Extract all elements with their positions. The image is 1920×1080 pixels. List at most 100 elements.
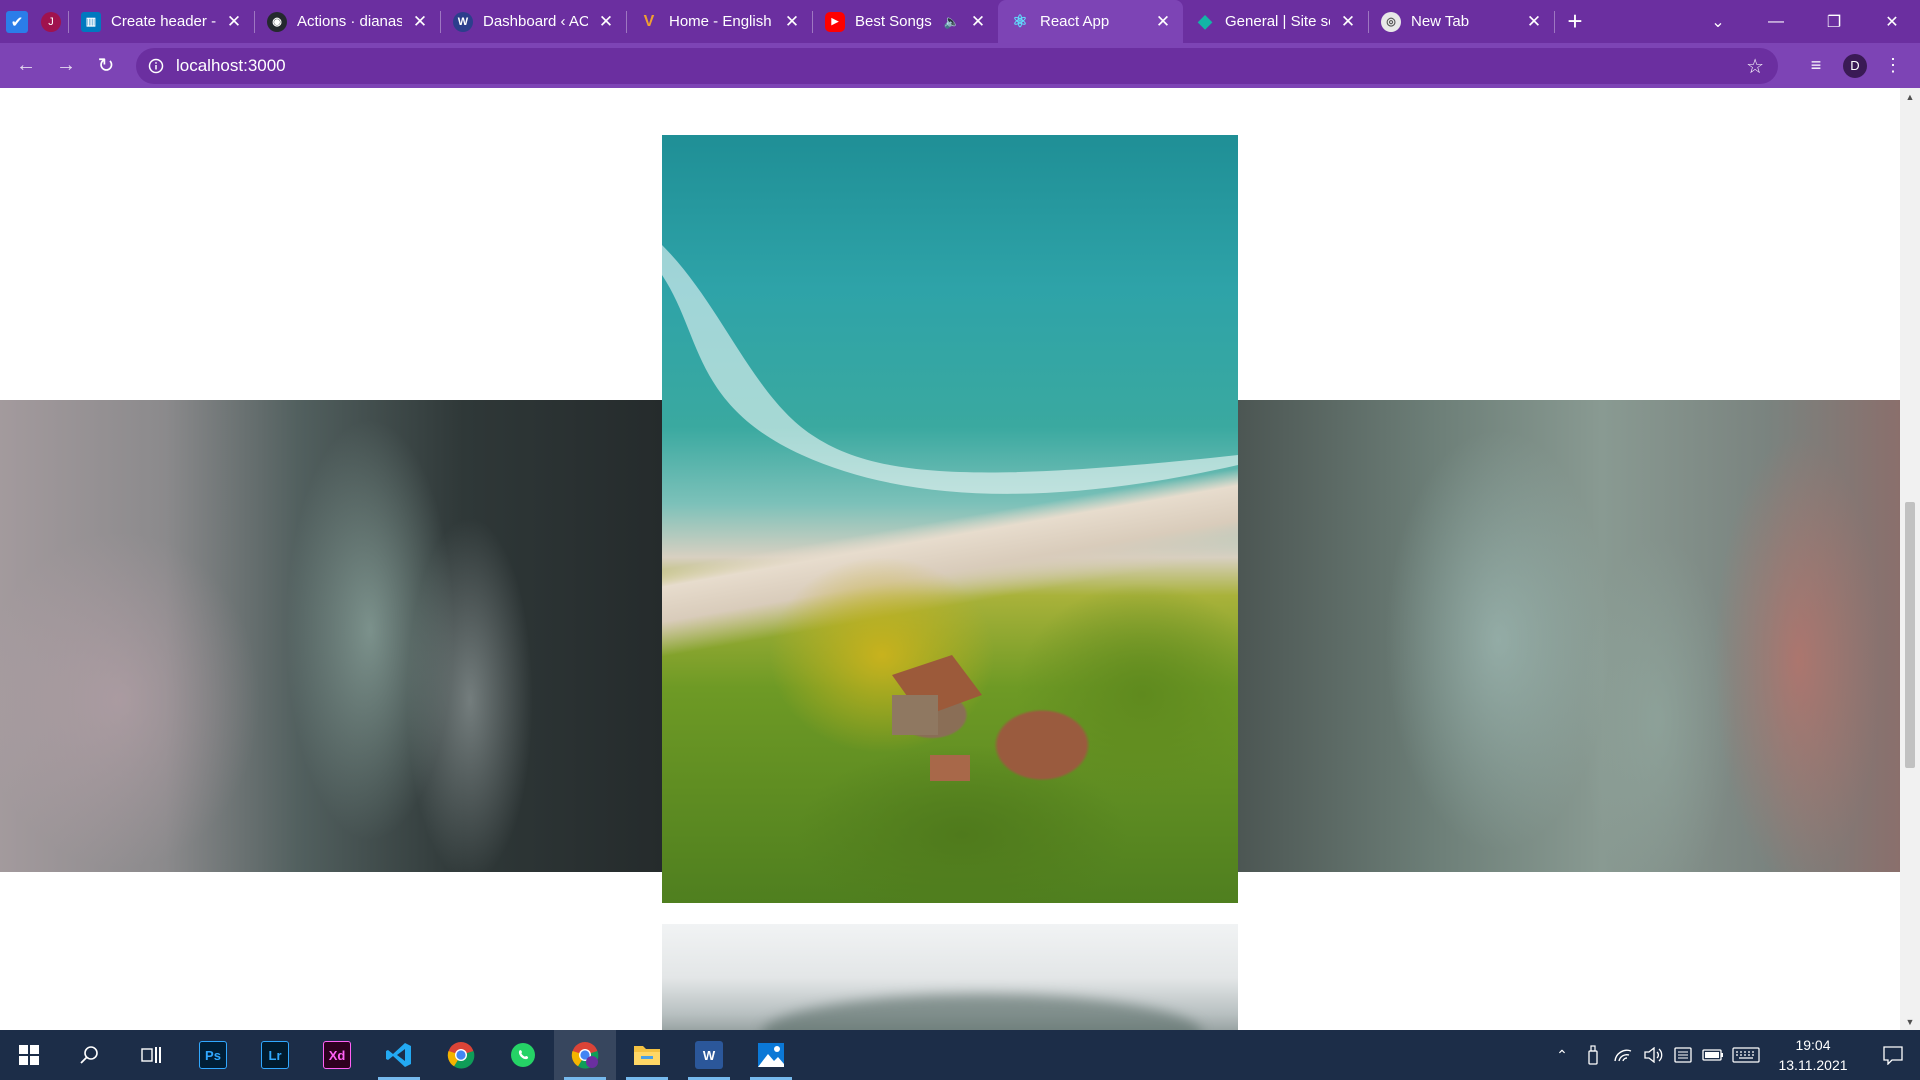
restore-icon: ❐ bbox=[1826, 13, 1842, 31]
speaker-icon[interactable]: 🔈 bbox=[944, 14, 960, 30]
adobe-xd-taskbar-button[interactable]: Xd bbox=[306, 1030, 368, 1080]
task-view-button[interactable] bbox=[120, 1030, 182, 1080]
smoke-photo-left bbox=[0, 400, 662, 872]
search-button[interactable] bbox=[58, 1030, 120, 1080]
bookmark-star-icon[interactable]: ☆ bbox=[1746, 54, 1764, 79]
chevron-down-icon: ⌄ bbox=[1711, 13, 1725, 31]
pinned-tab-app[interactable]: J bbox=[34, 0, 68, 43]
diamond-icon: ◆ bbox=[1198, 11, 1212, 31]
vertical-scrollbar[interactable]: ▲ ▼ bbox=[1900, 88, 1920, 1030]
foggy-mountain-photo bbox=[662, 924, 1238, 1030]
youtube-icon: ▶ bbox=[825, 11, 845, 32]
chrome-profile-taskbar-button[interactable] bbox=[554, 1030, 616, 1080]
taskbar-clock[interactable]: 19:04 13.11.2021 bbox=[1764, 1030, 1862, 1080]
tab-home-english[interactable]: V Home - English ✕ bbox=[627, 0, 812, 43]
tab-title: Best Songs bbox=[855, 13, 932, 30]
profile-button[interactable]: D bbox=[1838, 43, 1872, 88]
trello-icon: ▥ bbox=[81, 11, 101, 32]
tab-title: React App bbox=[1040, 13, 1110, 30]
menu-button[interactable]: ⋮ bbox=[1876, 43, 1910, 88]
chrome-profile-icon bbox=[571, 1042, 599, 1069]
photos-taskbar-button[interactable] bbox=[740, 1030, 802, 1080]
minimize-button[interactable]: — bbox=[1748, 0, 1804, 43]
new-tab-button[interactable]: + bbox=[1555, 0, 1595, 43]
close-icon[interactable]: ✕ bbox=[410, 12, 430, 32]
close-icon[interactable]: ✕ bbox=[596, 12, 616, 32]
show-hidden-icons-button[interactable]: ⌃ bbox=[1550, 1030, 1574, 1080]
close-icon[interactable]: ✕ bbox=[968, 12, 988, 32]
close-icon[interactable]: ✕ bbox=[1338, 12, 1358, 32]
chrome-icon: ◎ bbox=[1381, 11, 1401, 32]
forward-button[interactable]: → bbox=[46, 43, 86, 88]
close-icon[interactable]: ✕ bbox=[224, 12, 244, 32]
tab-best-songs[interactable]: ▶ Best Songs 🔈 ✕ bbox=[813, 0, 998, 43]
back-button[interactable]: ← bbox=[6, 43, 46, 88]
clock-time: 19:04 bbox=[1795, 1037, 1831, 1053]
scroll-thumb[interactable] bbox=[1905, 502, 1915, 768]
close-icon: ✕ bbox=[1885, 13, 1899, 31]
adobe-xd-icon: Xd bbox=[323, 1041, 351, 1069]
v-logo-icon: V bbox=[643, 12, 655, 30]
wifi-icon[interactable] bbox=[1610, 1030, 1636, 1080]
vscode-icon bbox=[386, 1043, 411, 1067]
chrome-icon bbox=[447, 1042, 475, 1069]
tab-create-header[interactable]: ▥ Create header - ✕ bbox=[69, 0, 254, 43]
lightroom-taskbar-button[interactable]: Lr bbox=[244, 1030, 306, 1080]
battery-icon[interactable] bbox=[1700, 1030, 1726, 1080]
clock-date: 13.11.2021 bbox=[1778, 1057, 1848, 1073]
start-button[interactable] bbox=[0, 1030, 58, 1080]
file-explorer-taskbar-button[interactable] bbox=[616, 1030, 678, 1080]
tab-react-app[interactable]: ⚛ React App ✕ bbox=[998, 0, 1183, 43]
todo-check-icon: ✔ bbox=[6, 10, 28, 33]
volume-icon[interactable] bbox=[1640, 1030, 1666, 1080]
display-settings-icon[interactable] bbox=[1670, 1030, 1696, 1080]
url-text: localhost:3000 bbox=[176, 56, 286, 75]
usb-device-icon[interactable] bbox=[1580, 1030, 1606, 1080]
scroll-up-arrow-icon[interactable]: ▲ bbox=[1900, 88, 1920, 105]
notification-icon bbox=[1883, 1046, 1903, 1065]
smoke-photo-right bbox=[1238, 400, 1900, 872]
tab-new-tab[interactable]: ◎ New Tab ✕ bbox=[1369, 0, 1554, 43]
photoshop-icon: Ps bbox=[199, 1041, 227, 1069]
word-taskbar-button[interactable]: W bbox=[678, 1030, 740, 1080]
tab-actions[interactable]: ◉ Actions · dianas ✕ bbox=[255, 0, 440, 43]
scroll-down-arrow-icon[interactable]: ▼ bbox=[1900, 1013, 1920, 1030]
close-icon[interactable]: ✕ bbox=[1524, 12, 1544, 32]
whatsapp-taskbar-button[interactable] bbox=[492, 1030, 554, 1080]
tab-search-button[interactable]: ⌄ bbox=[1690, 0, 1746, 43]
tab-title: Actions · dianas bbox=[297, 13, 402, 30]
tab-title: General | Site se bbox=[1225, 13, 1330, 30]
tab-dashboard[interactable]: W Dashboard ‹ AC ✕ bbox=[441, 0, 626, 43]
close-window-button[interactable]: ✕ bbox=[1864, 0, 1920, 43]
action-center-button[interactable] bbox=[1866, 1030, 1920, 1080]
windows-logo-icon bbox=[19, 1045, 39, 1065]
tab-strip: ✔ J ▥ Create header - ✕ ◉ Actions · dian… bbox=[0, 0, 1920, 43]
back-arrow-icon: ← bbox=[16, 54, 36, 76]
pinned-tab-todo[interactable]: ✔ bbox=[0, 0, 34, 43]
word-icon: W bbox=[695, 1041, 723, 1069]
lightroom-icon: Lr bbox=[261, 1041, 289, 1069]
media-queue-icon: ≡ bbox=[1810, 55, 1822, 75]
keyboard-icon[interactable] bbox=[1730, 1030, 1762, 1080]
site-info-icon[interactable] bbox=[136, 58, 176, 74]
tab-general-site[interactable]: ◆ General | Site se ✕ bbox=[1183, 0, 1368, 43]
chevron-up-icon: ⌃ bbox=[1556, 1046, 1568, 1063]
whatsapp-icon bbox=[511, 1043, 535, 1067]
close-icon[interactable]: ✕ bbox=[782, 12, 802, 32]
page-content bbox=[0, 88, 1900, 1030]
github-icon: ◉ bbox=[267, 11, 287, 32]
reading-list-button[interactable]: ≡ bbox=[1798, 43, 1834, 88]
vscode-taskbar-button[interactable] bbox=[368, 1030, 430, 1080]
task-view-icon bbox=[141, 1047, 161, 1063]
avatar: D bbox=[1843, 53, 1867, 78]
kebab-menu-icon: ⋮ bbox=[1884, 55, 1902, 75]
address-bar[interactable]: localhost:3000 ☆ bbox=[136, 48, 1778, 84]
tab-title: Dashboard ‹ AC bbox=[483, 13, 588, 30]
photoshop-taskbar-button[interactable]: Ps bbox=[182, 1030, 244, 1080]
reload-button[interactable]: ↻ bbox=[86, 43, 126, 88]
app-favicon-icon: J bbox=[41, 11, 61, 32]
restore-button[interactable]: ❐ bbox=[1806, 0, 1862, 43]
chrome-taskbar-button[interactable] bbox=[430, 1030, 492, 1080]
close-icon[interactable]: ✕ bbox=[1153, 12, 1173, 32]
react-icon: ⚛ bbox=[1012, 11, 1028, 31]
